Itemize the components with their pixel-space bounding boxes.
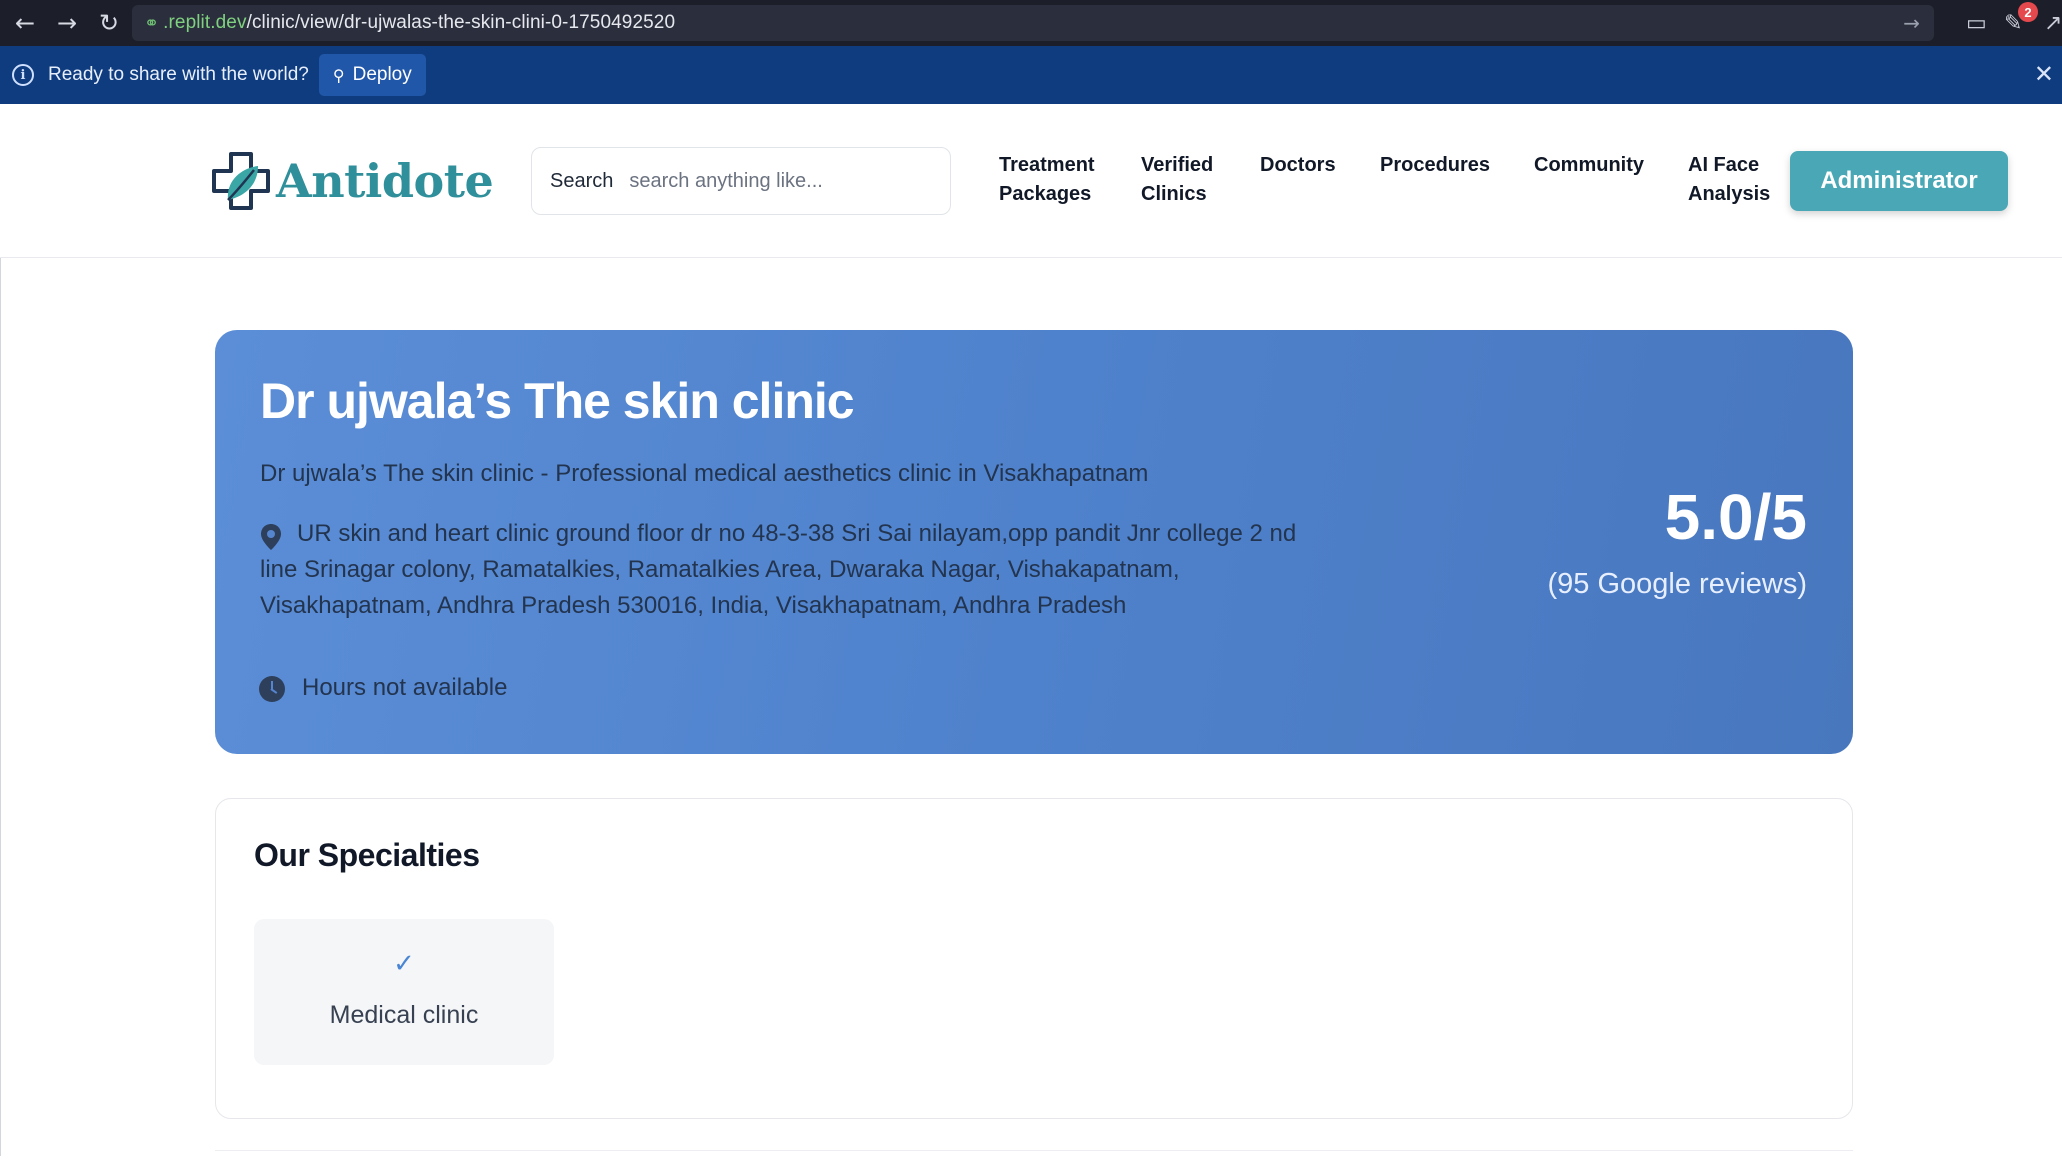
specialties-card: Our Specialties ✓ Medical clinic [215, 798, 1853, 1119]
deploy-banner: i Ready to share with the world? ⚲ Deplo… [0, 46, 2062, 104]
nav-ai-face-analysis[interactable]: AI Face Analysis [1688, 151, 1770, 209]
forward-arrow-icon[interactable]: → [46, 0, 88, 46]
logo-text: Antidote [276, 154, 494, 208]
next-section-edge [215, 1150, 1853, 1160]
clock-icon [259, 676, 285, 702]
nav-label-line1: Treatment [999, 154, 1095, 176]
specialties-title: Our Specialties [254, 837, 480, 873]
nav-procedures[interactable]: Procedures [1380, 151, 1490, 180]
clinic-name: Dr ujwala’s The skin clinic [260, 373, 855, 429]
review-count[interactable]: (95 Google reviews) [1548, 568, 1808, 601]
check-icon: ✓ [393, 949, 415, 979]
go-arrow-icon[interactable]: → [1903, 11, 1920, 35]
specialty-label: Medical clinic [329, 1001, 479, 1029]
clinic-hero-card: Dr ujwala’s The skin clinic Dr ujwala’s … [215, 330, 1853, 754]
search-input[interactable] [629, 169, 930, 193]
deploy-button[interactable]: ⚲ Deploy [318, 54, 426, 96]
nav-community[interactable]: Community [1534, 151, 1644, 180]
nav-doctors[interactable]: Doctors [1260, 151, 1336, 180]
url-path: /clinic/view/dr-ujwalas-the-skin-clini-0… [246, 12, 676, 33]
banner-message: Ready to share with the world? [48, 64, 309, 85]
nav-label-line1: Doctors [1260, 154, 1336, 176]
nav-verified-clinics[interactable]: Verified Clinics [1141, 151, 1213, 209]
nav-label-line1: AI Face [1688, 154, 1760, 176]
url-text: .replit.dev/clinic/view/dr-ujwalas-the-s… [163, 12, 675, 34]
nav-label-line1: Procedures [1380, 154, 1491, 176]
logo[interactable]: Antidote [210, 150, 494, 212]
browser-toolbar: ← → ↻ ⚭ .replit.dev/clinic/view/dr-ujwal… [0, 0, 2062, 46]
devtools-icon[interactable]: ✎ 2 [2004, 0, 2044, 46]
clinic-description: Dr ujwala’s The skin clinic - Profession… [260, 460, 1149, 487]
search-box[interactable]: Search [531, 147, 951, 215]
clinic-address: UR skin and heart clinic ground floor dr… [260, 520, 1297, 619]
deploy-label: Deploy [352, 64, 412, 85]
specialty-item: ✓ Medical clinic [254, 919, 554, 1065]
link-icon: ⚭ [144, 12, 160, 34]
close-icon[interactable]: ✕ [2034, 60, 2054, 88]
nav-label-line2: Analysis [1688, 183, 1771, 205]
site-header: Antidote Search Treatment Packages Verif… [0, 104, 2062, 258]
nav-treatment-packages[interactable]: Treatment Packages [999, 151, 1095, 209]
notification-badge: 2 [2018, 2, 2038, 22]
nav-label-line1: Verified [1141, 154, 1214, 176]
administrator-button[interactable]: Administrator [1790, 151, 2008, 211]
medical-cross-leaf-icon [210, 150, 272, 212]
open-external-icon[interactable]: ↗ [2044, 0, 2062, 46]
nav-label-line2: Clinics [1141, 183, 1207, 205]
viewport-edge [0, 104, 1, 1156]
search-label: Search [550, 169, 614, 192]
clinic-hours: Hours not available [302, 674, 508, 701]
deploy-icon: ⚲ [332, 65, 345, 85]
info-icon: i [12, 64, 34, 86]
back-arrow-icon[interactable]: ← [4, 0, 46, 46]
rating-score: 5.0/5 [1664, 481, 1807, 553]
reload-icon[interactable]: ↻ [88, 0, 130, 46]
address-bar[interactable]: ⚭ .replit.dev/clinic/view/dr-ujwalas-the… [132, 5, 1934, 41]
nav-label-line2: Packages [999, 183, 1092, 205]
nav-label-line1: Community [1534, 154, 1644, 176]
url-domain: .replit.dev [163, 12, 247, 33]
devices-icon[interactable]: ▭ [1966, 0, 1987, 46]
